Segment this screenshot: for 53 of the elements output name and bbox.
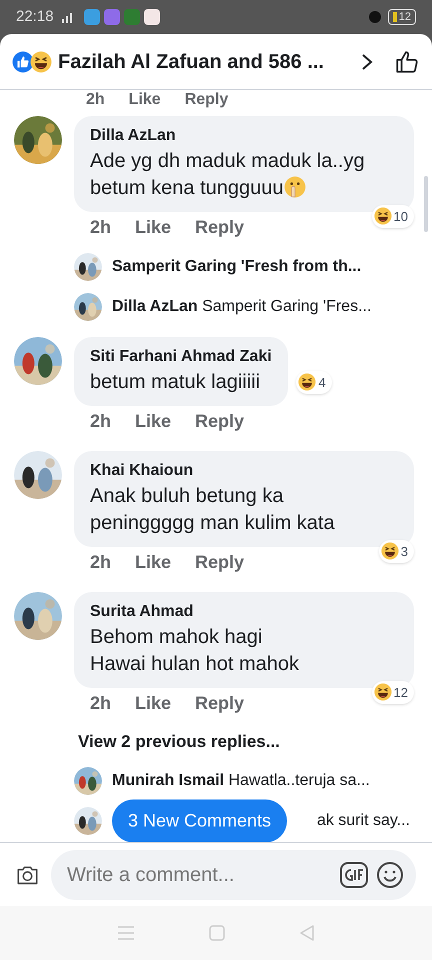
laughing-emoji-icon <box>30 50 52 72</box>
reply-preview[interactable]: Samperit Garing 'Fresh from th... <box>112 255 362 279</box>
commenter-name: Dilla AzLan <box>90 126 177 146</box>
thumbs-up-icon[interactable] <box>394 48 420 74</box>
like-reaction-icon <box>12 50 34 72</box>
comment-text: Ade yg dh maduk maduk la..yg betum kena tungguuu <box>90 150 365 199</box>
like-link[interactable]: Like <box>135 549 172 576</box>
header-title: Fazilah Al Zafuan and 586 ... <box>58 50 324 74</box>
new-comments-button[interactable]: 3 New Comments <box>112 799 288 842</box>
like-link[interactable]: Like <box>135 214 172 241</box>
commenter-name: Khai Khaioun <box>90 461 194 481</box>
like-link[interactable]: Like <box>135 408 172 435</box>
laughing-emoji-icon <box>374 207 392 226</box>
comment-time: 2h <box>86 92 105 108</box>
reply-link[interactable]: Reply <box>195 690 244 717</box>
comment-time: 2h <box>90 410 112 433</box>
laughing-emoji-icon <box>298 373 316 392</box>
reaction-count: 4 <box>318 374 326 392</box>
comment-text: Anak buluh betung ka peninggggg man kulim kata <box>90 485 335 534</box>
reply-link[interactable]: Reply <box>195 549 244 576</box>
comment-input[interactable]: Write a comment... <box>67 860 332 890</box>
status-time: 22:18 <box>16 6 54 27</box>
laughing-emoji-icon <box>374 683 392 702</box>
reply-preview[interactable]: ak surit say... <box>316 808 410 832</box>
comment-time: 2h <box>90 692 112 715</box>
like-link[interactable]: Like <box>135 690 172 717</box>
alarm-icon <box>368 10 382 24</box>
comment-field[interactable]: Write a comment... <box>51 850 416 900</box>
app-notification-icon <box>84 9 100 25</box>
gif-icon[interactable] <box>340 862 368 888</box>
reply-link[interactable]: Reply <box>195 408 244 435</box>
commenter-name: Siti Farhani Ahmad Zaki <box>90 347 272 367</box>
commenter-name: Surita Ahmad <box>90 602 194 622</box>
view-replies-link[interactable]: View 2 previous replies... <box>74 729 410 754</box>
comment-text: betum matuk lagiiiii <box>90 371 260 393</box>
comment-time: 2h <box>90 216 112 239</box>
reaction-count: 10 <box>394 208 408 226</box>
app-notification-icon <box>124 9 140 25</box>
chevron-right-icon[interactable] <box>360 52 374 72</box>
reaction-count: 3 <box>400 542 408 560</box>
laughing-emoji-icon <box>380 542 399 560</box>
reply-link[interactable]: Reply <box>184 92 228 108</box>
app-notification-icon <box>144 9 160 25</box>
reply-link[interactable]: Reply <box>195 214 244 241</box>
comment-time: 2h <box>90 551 112 574</box>
smiley-icon[interactable] <box>376 860 404 888</box>
reply-preview[interactable]: Dilla AzLan Samperit Garing 'Fres... <box>112 295 372 319</box>
reaction-count: 12 <box>394 684 408 702</box>
reply-preview[interactable]: Munirah Ismail Hawatla..teruja sa... <box>112 768 370 792</box>
battery-icon: 12 <box>388 9 416 25</box>
like-link[interactable]: Like <box>128 92 161 108</box>
app-notification-icon <box>104 9 120 25</box>
comment-text: Behom mahok hagi Hawai hulan hot mahok <box>90 626 300 675</box>
